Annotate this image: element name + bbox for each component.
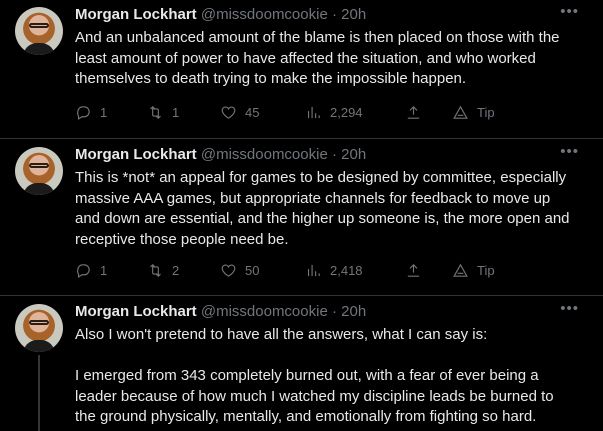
tip-icon — [453, 105, 468, 119]
views-icon — [307, 106, 320, 118]
tweet-text: Also I won't pretend to have all the ans… — [75, 326, 554, 425]
retweet-count: 2 — [172, 262, 180, 278]
retweet-button[interactable]: 1 — [147, 102, 179, 122]
retweet-button[interactable]: 2 — [147, 260, 179, 280]
tweet-header: Morgan Lockhart @missdoomcookie · 20h — [75, 146, 367, 163]
tweet-text: This is *not* an appeal for games to be … — [75, 169, 574, 248]
like-count: 50 — [245, 262, 260, 278]
views-button[interactable]: 2,294 — [305, 102, 363, 122]
tweet[interactable]: Morgan Lockhart @missdoomcookie · 20h ••… — [0, 297, 603, 431]
tip-button[interactable]: Tip — [452, 260, 495, 280]
tweet-actions: 1 2 50 2,418 Tip — [75, 260, 535, 280]
tip-icon — [453, 263, 468, 277]
reply-button[interactable]: 1 — [75, 102, 107, 122]
tweet-text: And an unbalanced amount of the blame is… — [75, 29, 564, 87]
share-icon — [407, 105, 420, 119]
tweet-header: Morgan Lockhart @missdoomcookie · 20h — [75, 6, 367, 23]
tweet-time[interactable]: 20h — [341, 6, 366, 23]
more-icon[interactable]: ••• — [560, 3, 579, 20]
author-handle[interactable]: @missdoomcookie — [201, 303, 328, 320]
share-icon — [407, 263, 420, 277]
reply-count: 1 — [100, 104, 108, 120]
heart-icon — [221, 264, 236, 277]
avatar[interactable] — [15, 304, 63, 352]
tweet[interactable]: Morgan Lockhart @missdoomcookie · 20h ••… — [0, 0, 603, 138]
tip-button[interactable]: Tip — [452, 102, 495, 122]
author-handle[interactable]: @missdoomcookie — [201, 6, 328, 23]
retweet-icon — [150, 263, 161, 277]
more-icon[interactable]: ••• — [560, 300, 579, 317]
author-handle[interactable]: @missdoomcookie — [201, 146, 328, 163]
views-count: 2,294 — [330, 104, 363, 120]
author-name[interactable]: Morgan Lockhart — [75, 146, 197, 163]
reply-icon — [77, 105, 90, 120]
avatar[interactable] — [15, 147, 63, 195]
more-icon[interactable]: ••• — [560, 143, 579, 160]
retweet-count: 1 — [172, 104, 180, 120]
author-name[interactable]: Morgan Lockhart — [75, 6, 197, 23]
tweet[interactable]: Morgan Lockhart @missdoomcookie · 20h ••… — [0, 140, 603, 295]
like-count: 45 — [245, 104, 260, 120]
tip-label: Tip — [477, 104, 495, 120]
divider — [0, 138, 603, 139]
divider — [0, 295, 603, 296]
tweet-thread: Morgan Lockhart @missdoomcookie · 20h ••… — [0, 0, 603, 431]
tweet-time[interactable]: 20h — [341, 146, 366, 163]
author-name[interactable]: Morgan Lockhart — [75, 303, 197, 320]
tweet-header: Morgan Lockhart @missdoomcookie · 20h — [75, 303, 367, 320]
reply-icon — [77, 263, 90, 278]
thread-line — [38, 355, 40, 431]
reply-button[interactable]: 1 — [75, 260, 107, 280]
tweet-time[interactable]: 20h — [341, 303, 366, 320]
views-button[interactable]: 2,418 — [305, 260, 363, 280]
tweet-actions: 1 1 45 2,294 Tip — [75, 102, 535, 122]
views-icon — [307, 264, 320, 276]
heart-icon — [221, 106, 236, 119]
reply-count: 1 — [100, 262, 108, 278]
share-button[interactable] — [405, 260, 422, 280]
tip-label: Tip — [477, 262, 495, 278]
retweet-icon — [150, 105, 161, 119]
avatar[interactable] — [15, 7, 63, 55]
share-button[interactable] — [405, 102, 422, 122]
views-count: 2,418 — [330, 262, 363, 278]
like-button[interactable]: 50 — [220, 260, 259, 280]
like-button[interactable]: 45 — [220, 102, 259, 122]
